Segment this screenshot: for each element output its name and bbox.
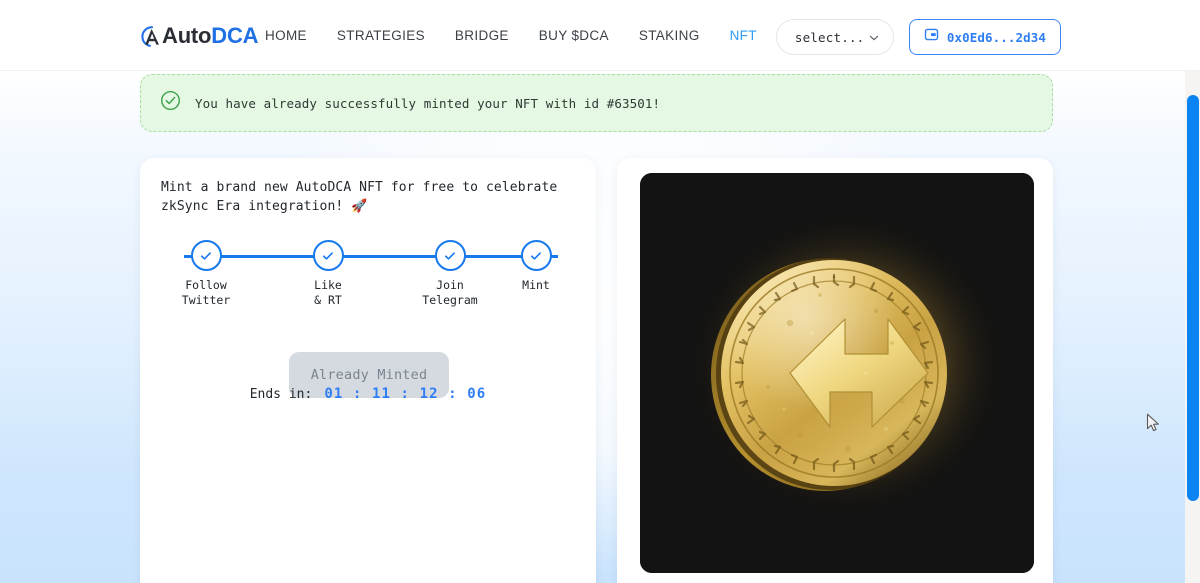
step-label: Like & RT — [314, 278, 342, 307]
network-select[interactable]: select... — [775, 19, 894, 55]
step-check-icon — [312, 240, 344, 271]
wallet-address-text: 0x0Ed6...2d34 — [946, 29, 1046, 45]
nft-preview-card — [617, 158, 1053, 583]
mint-headline-line1: Mint a brand new AutoDCA NFT for free to… — [161, 180, 558, 195]
step-like-rt[interactable]: Like & RT — [288, 240, 368, 308]
nav-item-home[interactable]: HOME — [265, 28, 307, 43]
nav-item-buy-dca[interactable]: BUY $DCA — [539, 28, 609, 43]
step-label: Mint — [522, 278, 550, 292]
step-label: Follow Twitter — [181, 278, 231, 307]
autodca-logo-icon — [139, 24, 165, 50]
nav-item-nft[interactable]: NFT — [730, 28, 757, 43]
countdown: Ends in: 01 : 11 : 12 : 06 — [140, 386, 596, 402]
header-actions: select... 0x0Ed6...2d34 — [775, 19, 1061, 55]
nav-item-staking[interactable]: STAKING — [639, 28, 700, 43]
countdown-value: 01 : 11 : 12 : 06 — [324, 386, 487, 402]
wallet-icon — [924, 27, 939, 47]
success-alert-message: You have already successfully minted you… — [195, 95, 661, 111]
logo-text-dca: DCA — [211, 22, 259, 48]
countdown-label: Ends in: — [249, 387, 313, 402]
wallet-address-button[interactable]: 0x0Ed6...2d34 — [908, 19, 1061, 55]
nft-coin-illustration — [640, 173, 1034, 573]
step-check-icon — [434, 240, 466, 271]
step-check-icon — [520, 240, 552, 271]
step-join-telegram[interactable]: Join Telegram — [410, 240, 490, 308]
site-logo[interactable]: AutoDCA — [139, 19, 259, 52]
step-check-icon — [190, 240, 222, 271]
nav-item-strategies[interactable]: STRATEGIES — [337, 28, 425, 43]
chevron-down-icon — [869, 30, 879, 41]
nft-artwork — [640, 173, 1034, 573]
site-header: AutoDCA HOME STRATEGIES BRIDGE BUY $DCA … — [0, 0, 1200, 71]
logo-text-auto: Auto — [162, 22, 212, 48]
success-alert: You have already successfully minted you… — [140, 74, 1053, 132]
mint-card: Mint a brand new AutoDCA NFT for free to… — [140, 158, 596, 583]
main-navigation: HOME STRATEGIES BRIDGE BUY $DCA STAKING … — [265, 0, 827, 71]
step-follow-twitter[interactable]: Follow Twitter — [166, 240, 246, 308]
step-mint[interactable]: Mint — [496, 240, 576, 293]
logo-wordmark: AutoDCA — [162, 22, 259, 48]
mint-stepper: Follow Twitter Like & RT Join Telegram M… — [166, 240, 576, 315]
scrollbar-thumb[interactable] — [1187, 95, 1199, 501]
nav-item-bridge[interactable]: BRIDGE — [455, 28, 509, 43]
mint-headline: Mint a brand new AutoDCA NFT for free to… — [161, 178, 566, 216]
network-select-value: select... — [794, 29, 865, 45]
check-circle-icon — [160, 90, 181, 116]
step-label: Join Telegram — [422, 278, 478, 307]
mint-headline-line2: zkSync Era integration! — [161, 199, 344, 214]
rocket-icon: 🚀 — [351, 199, 368, 214]
